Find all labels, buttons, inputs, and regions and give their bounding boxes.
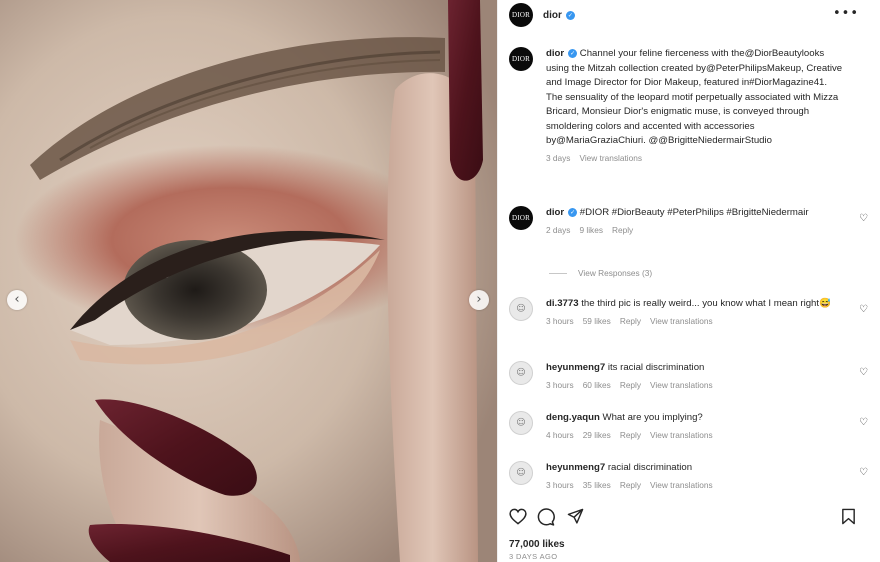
- comment-text: its racial discrimination: [607, 362, 705, 373]
- reply-link[interactable]: Reply: [620, 316, 641, 326]
- avatar[interactable]: DIOR: [509, 47, 533, 71]
- view-translations-link[interactable]: View translations: [650, 430, 713, 440]
- avatar[interactable]: DIOR: [509, 3, 533, 27]
- caption-username[interactable]: dior: [546, 48, 564, 59]
- post-date: 3 DAYS AGO: [509, 552, 558, 561]
- comment-item: ☺ deng.yaqun What are you implying? 4 ho…: [509, 411, 869, 440]
- comment-username[interactable]: dior: [546, 207, 564, 218]
- previous-image-button[interactable]: ‹: [7, 290, 27, 310]
- avatar-logo-text: DIOR: [512, 11, 530, 19]
- caption: DIOR dior ✓ Channel your feline fiercenes…: [509, 47, 869, 163]
- comment-text: #DIOR #DiorBeauty #PeterPhilips #Brigitt…: [579, 207, 809, 218]
- verified-badge-icon: ✓: [568, 49, 578, 58]
- verified-badge-icon: ✓: [565, 10, 575, 20]
- view-responses-link[interactable]: View Responses (3): [549, 268, 652, 278]
- view-translations-link[interactable]: View translations: [650, 380, 713, 390]
- avatar[interactable]: DIOR: [509, 206, 533, 230]
- comment-time: 3 hours: [546, 315, 574, 326]
- view-translations-link[interactable]: View translations: [650, 480, 713, 490]
- post-image[interactable]: ‹ ›: [0, 0, 497, 562]
- reply-link[interactable]: Reply: [612, 225, 633, 235]
- action-bar: [509, 506, 864, 528]
- reply-link[interactable]: Reply: [620, 430, 641, 440]
- comment-likes[interactable]: 60 likes: [583, 380, 611, 390]
- more-horizontal-icon[interactable]: •••: [833, 6, 859, 21]
- avatar-logo-text: DIOR: [512, 214, 530, 222]
- comment-username[interactable]: di.3773: [546, 298, 579, 309]
- comment-item: DIOR dior ✓ #DIOR #DiorBeauty #PeterPhili…: [509, 206, 869, 235]
- comment-likes[interactable]: 29 likes: [583, 430, 611, 440]
- comment-username[interactable]: deng.yaqun: [546, 412, 600, 423]
- heart-icon[interactable]: [509, 508, 527, 525]
- post-header: DIOR dior ✓ •••: [498, 0, 880, 30]
- chevron-right-icon: ›: [476, 292, 482, 307]
- comment-icon[interactable]: [537, 508, 555, 526]
- view-translations-link[interactable]: View translations: [650, 316, 713, 326]
- avatar[interactable]: ☺: [509, 361, 533, 385]
- comment-text: What are you implying?: [602, 412, 703, 423]
- comment-time: 4 hours: [546, 429, 574, 440]
- avatar[interactable]: ☺: [509, 461, 533, 485]
- next-image-button[interactable]: ›: [469, 290, 489, 310]
- comment-likes[interactable]: 35 likes: [583, 480, 611, 490]
- caption-text: Channel your feline fierceness with the@…: [546, 48, 843, 146]
- comment-username[interactable]: heyunmeng7: [546, 462, 605, 473]
- share-icon[interactable]: [567, 508, 584, 525]
- comment-item: ☺ heyunmeng7 racial discrimination 3 hou…: [509, 461, 869, 490]
- comment-likes[interactable]: 9 likes: [579, 225, 603, 235]
- comment-item: ☺ di.3773 the third pic is really weird.…: [509, 297, 869, 326]
- comment-like-heart-icon[interactable]: ♡: [859, 367, 868, 378]
- comment-text: racial discrimination: [607, 462, 693, 473]
- comment-like-heart-icon[interactable]: ♡: [859, 213, 868, 224]
- chevron-left-icon: ‹: [14, 292, 20, 307]
- comment-time: 3 hours: [546, 379, 574, 390]
- comment-username[interactable]: heyunmeng7: [546, 362, 605, 373]
- comment-item: ☺ heyunmeng7 its racial discrimination 3…: [509, 361, 869, 390]
- reply-link[interactable]: Reply: [620, 480, 641, 490]
- post-username[interactable]: dior: [543, 10, 562, 21]
- comment-like-heart-icon[interactable]: ♡: [859, 304, 868, 315]
- avatar[interactable]: ☺: [509, 411, 533, 435]
- comment-like-heart-icon[interactable]: ♡: [859, 467, 868, 478]
- view-responses-label: View Responses (3): [578, 268, 653, 278]
- comment-time: 2 days: [546, 224, 571, 235]
- comment-time: 3 hours: [546, 479, 574, 490]
- avatar-logo-text: DIOR: [512, 55, 530, 63]
- post-side-panel: DIOR dior ✓ ••• DIOR dior ✓ Channel your …: [497, 0, 880, 562]
- comment-like-heart-icon[interactable]: ♡: [859, 417, 868, 428]
- avatar[interactable]: ☺: [509, 297, 533, 321]
- comment-text: the third pic is really weird... you kno…: [581, 298, 831, 309]
- bookmark-icon[interactable]: [841, 508, 856, 525]
- reply-link[interactable]: Reply: [620, 380, 641, 390]
- verified-badge-icon: ✓: [568, 208, 578, 217]
- view-translations-link[interactable]: View translations: [579, 153, 642, 163]
- makeup-photo: [0, 0, 497, 562]
- caption-time: 3 days: [546, 152, 571, 163]
- like-count[interactable]: 77,000 likes: [509, 539, 565, 550]
- divider: [549, 272, 567, 274]
- comment-likes[interactable]: 59 likes: [583, 316, 611, 326]
